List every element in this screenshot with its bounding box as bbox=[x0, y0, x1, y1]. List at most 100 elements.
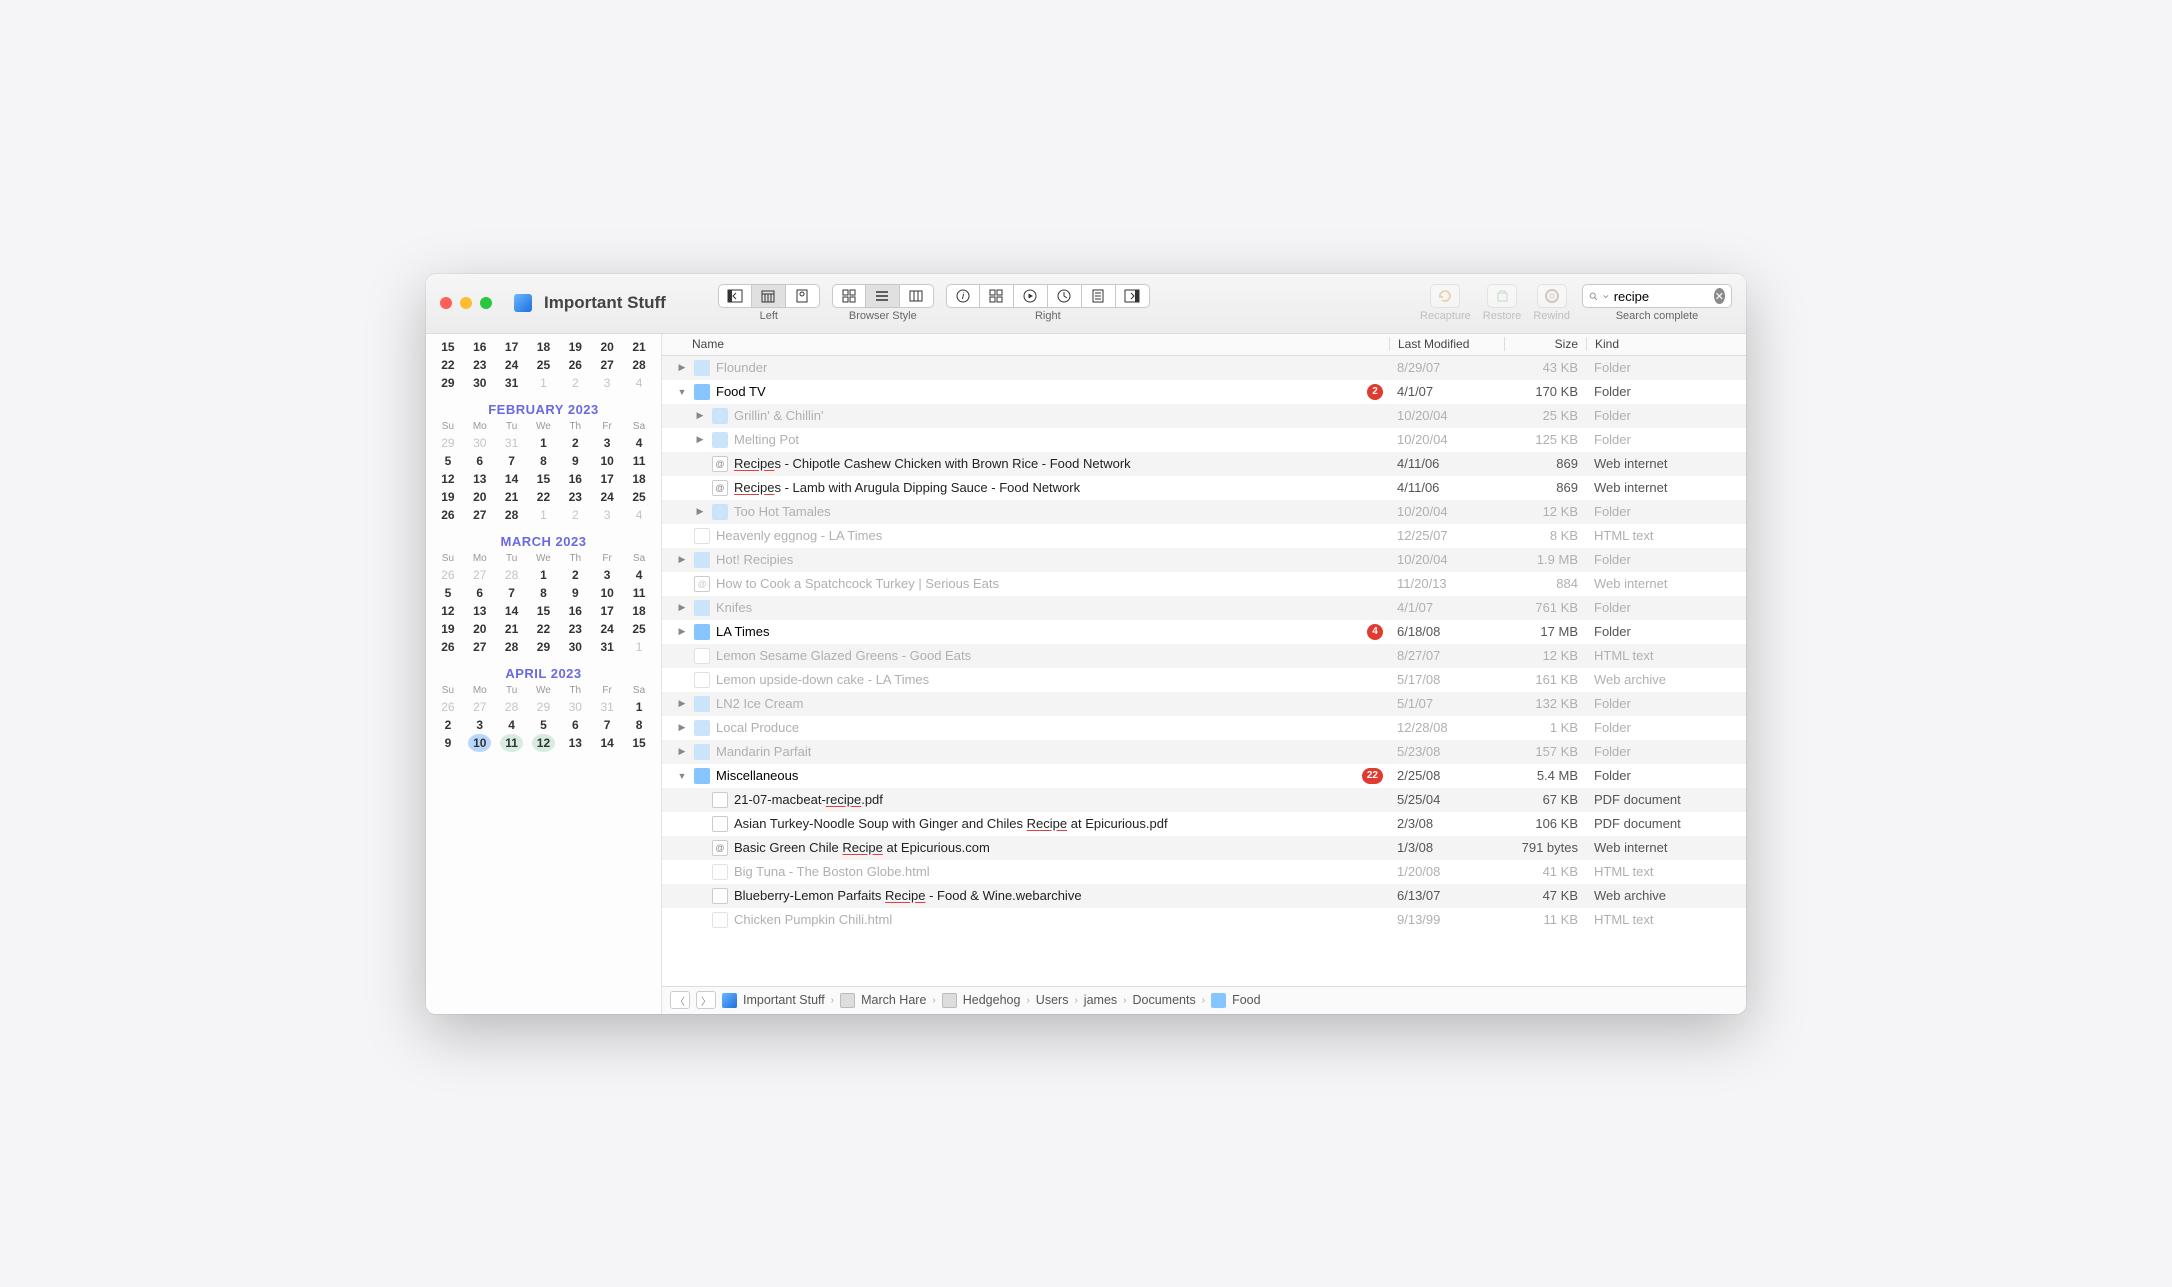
calendar-day[interactable]: 28 bbox=[496, 698, 528, 716]
calendar-day[interactable]: 15 bbox=[528, 602, 560, 620]
calendar-day[interactable]: 26 bbox=[432, 698, 464, 716]
calendar-day[interactable]: 20 bbox=[591, 338, 623, 356]
file-row[interactable]: How to Cook a Spatchcock Turkey | Seriou… bbox=[662, 572, 1746, 596]
calendar-day[interactable]: 16 bbox=[464, 338, 496, 356]
calendar-day[interactable]: 7 bbox=[496, 452, 528, 470]
calendar-day[interactable]: 14 bbox=[496, 470, 528, 488]
file-row[interactable]: ▼Food TV24/1/07170 KBFolder bbox=[662, 380, 1746, 404]
calendar-day[interactable]: 1 bbox=[528, 434, 560, 452]
calendar-day[interactable]: 6 bbox=[464, 584, 496, 602]
calendar-day[interactable]: 2 bbox=[559, 434, 591, 452]
calendar-day[interactable]: 31 bbox=[496, 374, 528, 392]
calendar-day[interactable]: 4 bbox=[623, 434, 655, 452]
calendar-day[interactable]: 11 bbox=[623, 584, 655, 602]
path-segment[interactable]: Food bbox=[1232, 993, 1261, 1007]
calendar-day[interactable]: 27 bbox=[464, 698, 496, 716]
calendar-day[interactable]: 31 bbox=[591, 638, 623, 656]
calendar-day[interactable]: 29 bbox=[528, 698, 560, 716]
calendar-day[interactable]: 22 bbox=[528, 620, 560, 638]
calendar-day[interactable]: 5 bbox=[528, 716, 560, 734]
calendar-day[interactable]: 29 bbox=[432, 374, 464, 392]
calendar-day[interactable]: 21 bbox=[496, 620, 528, 638]
disclosure-chevron[interactable]: ▼ bbox=[676, 387, 688, 397]
calendar-day[interactable]: 28 bbox=[623, 356, 655, 374]
calendar-day[interactable]: 31 bbox=[591, 698, 623, 716]
left-collapse-button[interactable] bbox=[718, 284, 752, 308]
disclosure-chevron[interactable]: ▼ bbox=[676, 771, 688, 781]
calendar-day[interactable]: 10 bbox=[591, 452, 623, 470]
calendar-day[interactable]: 3 bbox=[591, 566, 623, 584]
file-row[interactable]: ▶Melting Pot10/20/04125 KBFolder bbox=[662, 428, 1746, 452]
calendar-day[interactable]: 1 bbox=[528, 374, 560, 392]
calendar-day[interactable]: 26 bbox=[432, 566, 464, 584]
calendar-day[interactable]: 28 bbox=[496, 638, 528, 656]
disclosure-chevron[interactable]: ▶ bbox=[676, 554, 688, 565]
chevron-down-icon[interactable] bbox=[1603, 294, 1609, 299]
col-modified[interactable]: Last Modified bbox=[1389, 337, 1504, 351]
calendar-day[interactable]: 26 bbox=[432, 506, 464, 524]
file-row[interactable]: Heavenly eggnog - LA Times12/25/078 KBHT… bbox=[662, 524, 1746, 548]
right-collapse-button[interactable] bbox=[1116, 284, 1150, 308]
calendar-day[interactable]: 4 bbox=[623, 506, 655, 524]
calendar-day[interactable]: 7 bbox=[496, 584, 528, 602]
calendar-day[interactable]: 9 bbox=[559, 452, 591, 470]
calendar-day[interactable]: 22 bbox=[432, 356, 464, 374]
calendar-day[interactable]: 15 bbox=[528, 470, 560, 488]
calendar-day[interactable]: 14 bbox=[591, 734, 623, 752]
forward-button[interactable]: 〉 bbox=[696, 991, 716, 1009]
back-button[interactable]: 〈 bbox=[670, 991, 690, 1009]
restore-button[interactable] bbox=[1487, 284, 1517, 308]
left-preview-button[interactable] bbox=[786, 284, 820, 308]
disclosure-chevron[interactable]: ▶ bbox=[676, 602, 688, 613]
calendar-day[interactable]: 29 bbox=[528, 638, 560, 656]
calendar-day[interactable]: 19 bbox=[432, 620, 464, 638]
col-size[interactable]: Size bbox=[1504, 337, 1586, 351]
calendar-day[interactable]: 20 bbox=[464, 620, 496, 638]
col-kind[interactable]: Kind bbox=[1586, 337, 1746, 351]
disclosure-chevron[interactable]: ▶ bbox=[676, 746, 688, 757]
view-icon-button[interactable] bbox=[832, 284, 866, 308]
rewind-button[interactable] bbox=[1537, 284, 1567, 308]
calendar-day[interactable]: 3 bbox=[591, 506, 623, 524]
file-row[interactable]: ▶Grillin' & Chillin'10/20/0425 KBFolder bbox=[662, 404, 1746, 428]
disclosure-chevron[interactable]: ▶ bbox=[694, 410, 706, 421]
calendar-day[interactable]: 28 bbox=[496, 506, 528, 524]
calendar-day[interactable]: 25 bbox=[528, 356, 560, 374]
calendar-day[interactable]: 8 bbox=[528, 584, 560, 602]
minimize-button[interactable] bbox=[460, 297, 472, 309]
calendar-day[interactable]: 7 bbox=[591, 716, 623, 734]
calendar-day[interactable]: 30 bbox=[464, 374, 496, 392]
close-button[interactable] bbox=[440, 297, 452, 309]
calendar-day[interactable]: 30 bbox=[559, 698, 591, 716]
disclosure-chevron[interactable]: ▶ bbox=[694, 434, 706, 445]
calendar-day[interactable]: 25 bbox=[623, 620, 655, 638]
disclosure-chevron[interactable]: ▶ bbox=[676, 698, 688, 709]
file-row[interactable]: Lemon upside-down cake - LA Times5/17/08… bbox=[662, 668, 1746, 692]
calendar-day[interactable]: 1 bbox=[623, 698, 655, 716]
file-row[interactable]: ▶Hot! Recipies10/20/041.9 MBFolder bbox=[662, 548, 1746, 572]
calendar-day[interactable]: 6 bbox=[464, 452, 496, 470]
info-button[interactable]: i bbox=[946, 284, 980, 308]
play-button[interactable] bbox=[1014, 284, 1048, 308]
calendar-day[interactable]: 13 bbox=[464, 470, 496, 488]
file-row[interactable]: ▼Miscellaneous222/25/085.4 MBFolder bbox=[662, 764, 1746, 788]
calendar-day[interactable]: 8 bbox=[528, 452, 560, 470]
file-row[interactable]: Lemon Sesame Glazed Greens - Good Eats8/… bbox=[662, 644, 1746, 668]
file-row[interactable]: ▶Local Produce12/28/081 KBFolder bbox=[662, 716, 1746, 740]
file-list[interactable]: ▶Flounder8/29/0743 KBFolder▼Food TV24/1/… bbox=[662, 356, 1746, 986]
calendar-day[interactable]: 26 bbox=[432, 638, 464, 656]
calendar-day[interactable]: 17 bbox=[591, 602, 623, 620]
calendar-day[interactable]: 14 bbox=[496, 602, 528, 620]
calendar-day[interactable]: 19 bbox=[432, 488, 464, 506]
calendar-day[interactable]: 12 bbox=[432, 602, 464, 620]
file-row[interactable]: Blueberry-Lemon Parfaits Recipe - Food &… bbox=[662, 884, 1746, 908]
calendar-day[interactable]: 17 bbox=[591, 470, 623, 488]
calendar-day[interactable]: 27 bbox=[464, 638, 496, 656]
calendar-day[interactable]: 16 bbox=[559, 470, 591, 488]
file-row[interactable]: Basic Green Chile Recipe at Epicurious.c… bbox=[662, 836, 1746, 860]
file-row[interactable]: Big Tuna - The Boston Globe.html1/20/084… bbox=[662, 860, 1746, 884]
calendar-day[interactable]: 3 bbox=[464, 716, 496, 734]
calendar-day[interactable]: 12 bbox=[528, 734, 560, 752]
calendar-day[interactable]: 11 bbox=[623, 452, 655, 470]
calendar-day[interactable]: 24 bbox=[591, 488, 623, 506]
